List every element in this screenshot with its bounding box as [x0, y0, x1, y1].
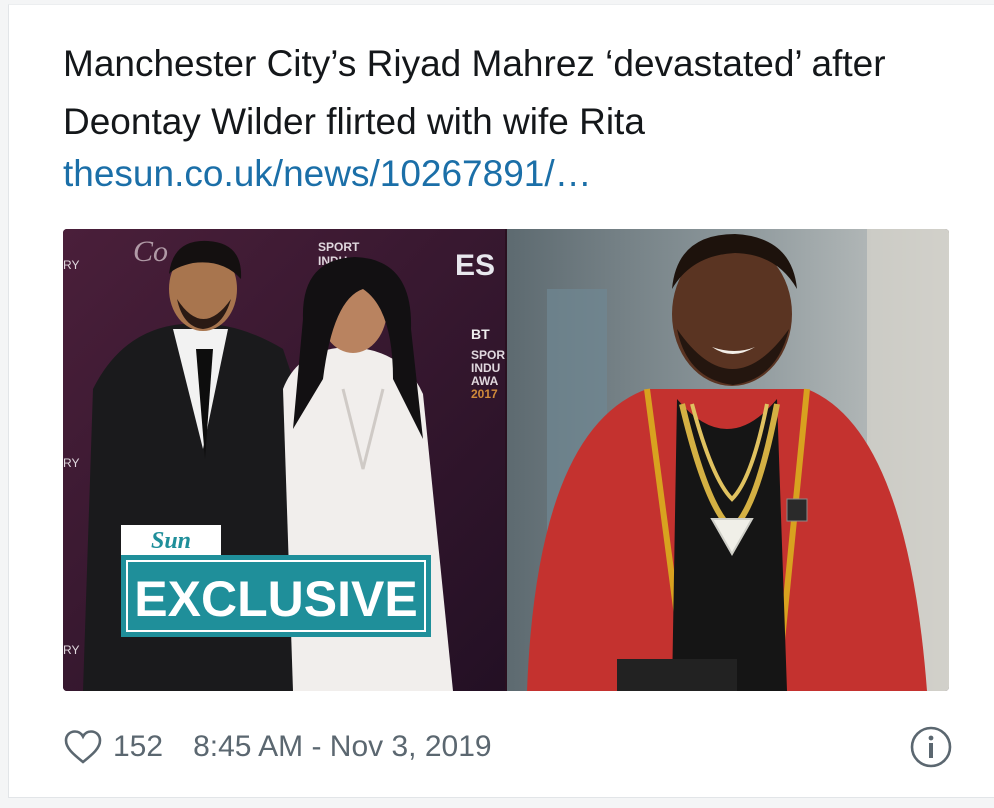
info-circle-icon[interactable] [909, 725, 953, 777]
svg-text:RY: RY [63, 643, 79, 657]
exclusive-badge: EXCLUSIVE [134, 571, 417, 627]
svg-text:AWA: AWA [471, 374, 499, 388]
article-link[interactable]: thesun.co.uk/news/10267891/… [63, 149, 592, 199]
svg-text:RY: RY [63, 258, 79, 272]
heart-outline-icon [63, 729, 103, 765]
article-title: Manchester City’s Riyad Mahrez ‘devastat… [63, 43, 886, 142]
svg-text:SPOR: SPOR [471, 348, 505, 362]
tweet-timestamp[interactable]: 8:45 AM - Nov 3, 2019 [193, 730, 492, 764]
svg-text:Co: Co [133, 235, 168, 268]
svg-text:BT: BT [471, 326, 490, 342]
like-count: 152 [113, 730, 164, 763]
left-photo: Co SPORT INDU AW ES BT SPOR INDU AWA 201… [63, 229, 505, 691]
svg-text:2017: 2017 [471, 387, 498, 401]
tweet-footer: 152 8:45 AM - Nov 3, 2019 [63, 725, 953, 769]
like-button[interactable]: 152 [63, 729, 163, 765]
sun-badge-logo: Sun [151, 528, 191, 554]
svg-text:RY: RY [63, 456, 79, 470]
svg-text:ES: ES [455, 249, 495, 282]
svg-text:SPORT: SPORT [318, 240, 360, 254]
right-photo [507, 229, 949, 691]
article-image[interactable]: Co SPORT INDU AW ES BT SPOR INDU AWA 201… [63, 229, 949, 691]
svg-text:INDU: INDU [471, 361, 500, 375]
tweet-card[interactable]: Manchester City’s Riyad Mahrez ‘devastat… [8, 4, 994, 798]
